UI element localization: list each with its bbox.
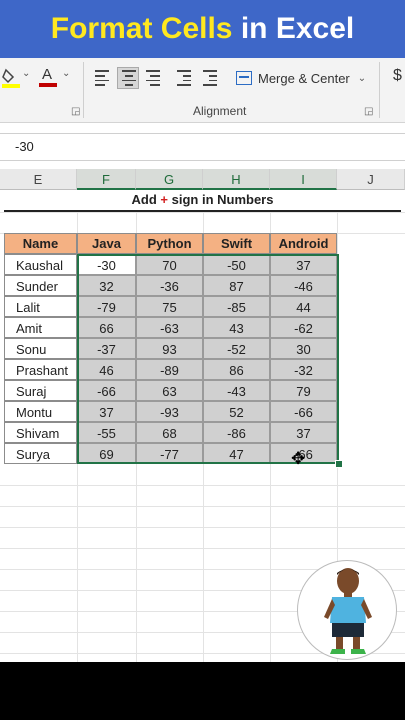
bottom-bar [0, 662, 405, 720]
merge-center-icon [236, 71, 252, 85]
table-cell-value[interactable]: -46 [270, 275, 337, 296]
table-cell-value[interactable]: -37 [77, 338, 136, 359]
column-header-i[interactable]: I [270, 169, 337, 190]
merge-dropdown-icon: ⌄ [357, 72, 367, 84]
fill-color-dropdown-icon[interactable]: ⌄ [22, 68, 30, 79]
title-rest: sign in Numbers [171, 192, 274, 207]
table-cell-value[interactable]: 44 [270, 296, 337, 317]
table-cell-value[interactable]: 32 [77, 275, 136, 296]
table-cell-name[interactable]: Sunder [4, 275, 77, 296]
table-cell-value[interactable]: 37 [270, 254, 337, 275]
table-cell-value[interactable]: 47 [203, 443, 270, 464]
merge-center-button[interactable]: Merge & Center ⌄ [236, 67, 366, 89]
table-cell-value[interactable]: 66 [77, 317, 136, 338]
banner-title-highlight: Format Cells [50, 12, 233, 45]
increase-indent-icon[interactable] [200, 67, 222, 89]
title-word-add: Add [131, 192, 157, 207]
column-header-e[interactable]: E [0, 169, 77, 190]
table-header-python[interactable]: Python [136, 233, 203, 254]
table-cell-name[interactable]: Sonu [4, 338, 77, 359]
title-plus-sign: + [160, 192, 168, 207]
decrease-indent-icon[interactable] [174, 67, 196, 89]
table-cell-value[interactable]: 37 [270, 422, 337, 443]
table-cell-value[interactable]: 79 [270, 380, 337, 401]
column-header-h[interactable]: H [203, 169, 270, 190]
table-header-java[interactable]: Java [77, 233, 136, 254]
table-header-swift[interactable]: Swift [203, 233, 270, 254]
table-cell-name[interactable]: Prashant [4, 359, 77, 380]
table-cell-value[interactable]: -89 [136, 359, 203, 380]
table-cell-value[interactable]: 63 [136, 380, 203, 401]
table-cell-value[interactable]: -62 [270, 317, 337, 338]
table-cell-value[interactable]: -55 [77, 422, 136, 443]
formula-bar[interactable]: -30 [0, 133, 405, 161]
table-cell-name[interactable]: Shivam [4, 422, 77, 443]
table-cell-value[interactable]: -86 [203, 422, 270, 443]
table-cell-value[interactable]: 93 [136, 338, 203, 359]
fill-color-icon[interactable] [2, 66, 20, 92]
column-header-j[interactable]: J [337, 169, 405, 190]
table-cell-value[interactable]: -36 [136, 275, 203, 296]
table-cell-value[interactable]: 68 [136, 422, 203, 443]
ribbon-divider [379, 62, 380, 118]
table-cell-value[interactable]: 30 [270, 338, 337, 359]
formula-value[interactable]: -30 [15, 139, 34, 154]
table-cell-value[interactable]: -43 [203, 380, 270, 401]
svg-text:A: A [42, 66, 52, 83]
ribbon-divider [83, 62, 84, 118]
gridline [0, 485, 405, 486]
table-cell-value[interactable]: 52 [203, 401, 270, 422]
merge-center-label: Merge & Center [258, 70, 350, 86]
table-cell-value[interactable]: -79 [77, 296, 136, 317]
table-cell-value[interactable]: 43 [203, 317, 270, 338]
table-cell-value[interactable]: -52 [203, 338, 270, 359]
column-header-g[interactable]: G [136, 169, 203, 190]
table-cell-value[interactable]: -66 [270, 401, 337, 422]
table-cell-value[interactable]: 37 [77, 401, 136, 422]
table-cell-value[interactable]: 69 [77, 443, 136, 464]
font-color-dropdown-icon[interactable]: ⌄ [62, 68, 70, 79]
column-header-f[interactable]: F [77, 169, 136, 190]
table-cell-name[interactable]: Lalit [4, 296, 77, 317]
table-cell-name[interactable]: Montu [4, 401, 77, 422]
table-cell-value[interactable]: 86 [203, 359, 270, 380]
table-cell-name[interactable]: Suraj [4, 380, 77, 401]
banner-title-rest: in Excel [240, 12, 355, 45]
font-color-icon[interactable]: A [39, 65, 57, 91]
table-header-android[interactable]: Android [270, 233, 337, 254]
align-right-icon[interactable] [143, 67, 165, 89]
align-left-icon[interactable] [92, 67, 114, 89]
table-cell-value[interactable]: 75 [136, 296, 203, 317]
sheet-title[interactable]: Add + sign in Numbers [4, 190, 401, 212]
table-cell-name[interactable]: Kaushal [4, 254, 77, 275]
alignment-group-label: Alignment [193, 104, 247, 118]
gridline [0, 527, 405, 528]
table-cell-value[interactable]: -66 [77, 380, 136, 401]
gridline [0, 506, 405, 507]
gridline [0, 548, 405, 549]
table-cell-value[interactable]: -30 [77, 254, 136, 275]
table-cell-value[interactable]: 87 [203, 275, 270, 296]
fill-handle[interactable] [335, 460, 343, 468]
table-cell-value[interactable]: 46 [77, 359, 136, 380]
move-cursor-icon: ✥ [291, 449, 306, 468]
table-cell-value[interactable]: -63 [136, 317, 203, 338]
currency-format-button[interactable]: $ [393, 67, 402, 85]
dialog-launcher-icon[interactable]: ◲ [71, 106, 80, 117]
table-cell-value[interactable]: 70 [136, 254, 203, 275]
gridline [0, 212, 405, 213]
table-cell-name[interactable]: Amit [4, 317, 77, 338]
table-cell-value[interactable]: -77 [136, 443, 203, 464]
table-cell-value[interactable]: -85 [203, 296, 270, 317]
table-cell-value[interactable]: -93 [136, 401, 203, 422]
character-avatar [297, 560, 397, 660]
align-center-icon[interactable] [117, 67, 139, 89]
table-cell-value[interactable]: -50 [203, 254, 270, 275]
table-cell-value[interactable]: -32 [270, 359, 337, 380]
table-header-name[interactable]: Name [4, 233, 77, 254]
table-cell-name[interactable]: Surya [4, 443, 77, 464]
ribbon: ⌄ A ⌄ Merge & Center ⌄ $ ◲ Alignment ◲ [0, 58, 405, 123]
dialog-launcher-icon[interactable]: ◲ [364, 106, 373, 117]
video-title-banner: Format Cells in Excel [0, 0, 405, 58]
